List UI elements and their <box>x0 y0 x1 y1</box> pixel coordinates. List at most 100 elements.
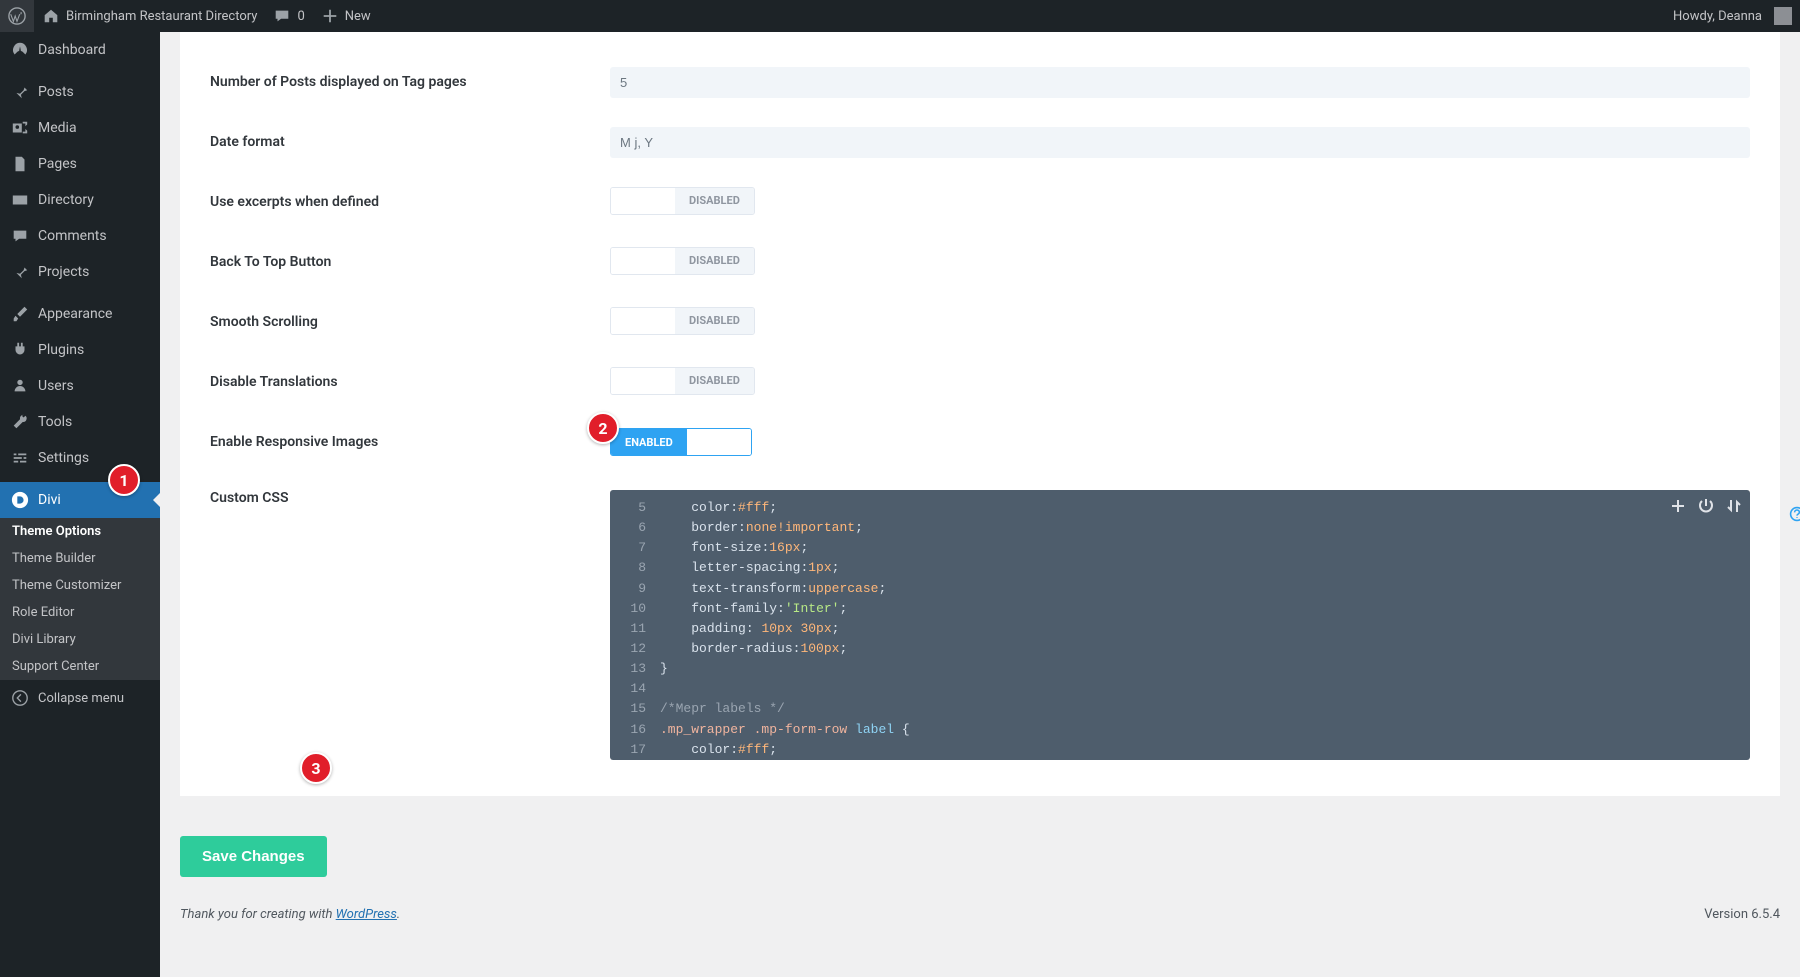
admin-sidebar: Dashboard Posts Media Pages Directory Co… <box>0 32 160 977</box>
sidebar-item-label: Comments <box>38 228 107 244</box>
plus-icon <box>321 7 339 25</box>
callout-1: 1 <box>108 464 140 496</box>
footer-thanks-pre: Thank you for creating with <box>180 907 336 922</box>
admin-bar: Birmingham Restaurant Directory 0 New Ho… <box>0 0 1800 32</box>
date-format-input[interactable] <box>610 127 1750 158</box>
sidebar-item-comments[interactable]: Comments <box>0 218 160 254</box>
wordpress-icon <box>8 7 26 25</box>
site-link[interactable]: Birmingham Restaurant Directory <box>34 0 265 32</box>
footer-thanks-post: . <box>397 907 400 922</box>
back-to-top-toggle[interactable]: DISABLED <box>610 247 755 275</box>
wordpress-link[interactable]: WordPress <box>336 907 397 922</box>
id-icon <box>10 190 30 210</box>
option-label: Date format <box>210 134 610 150</box>
option-tag-posts: Number of Posts displayed on Tag pages <box>210 52 1750 112</box>
option-disable-translations: Disable Translations DISABLED <box>210 352 1750 412</box>
collapse-icon <box>10 688 30 708</box>
option-smooth-scroll: Smooth Scrolling DISABLED <box>210 292 1750 352</box>
toggle-knob <box>611 368 675 394</box>
pin-icon <box>10 82 30 102</box>
home-icon <box>42 7 60 25</box>
sidebar-item-plugins[interactable]: Plugins <box>0 332 160 368</box>
custom-css-editor[interactable]: 5 color:#fff;6 border:none!important;7 f… <box>610 490 1750 760</box>
sidebar-item-label: Media <box>38 120 77 136</box>
sidebar-item-label: Plugins <box>38 342 84 358</box>
comments-link[interactable]: 0 <box>265 0 312 32</box>
comments-count: 0 <box>297 9 304 24</box>
footer: Thank you for creating with WordPress. V… <box>180 907 1780 922</box>
submenu-theme-customizer[interactable]: Theme Customizer <box>0 572 160 599</box>
new-link[interactable]: New <box>313 0 379 32</box>
sidebar-item-directory[interactable]: Directory <box>0 182 160 218</box>
submenu-theme-options[interactable]: Theme Options <box>0 518 160 545</box>
sidebar-item-label: Projects <box>38 264 89 280</box>
new-label: New <box>345 9 371 24</box>
sidebar-item-tools[interactable]: Tools <box>0 404 160 440</box>
option-date-format: Date format <box>210 112 1750 172</box>
responsive-images-toggle[interactable]: ENABLED <box>610 428 752 456</box>
version-text: Version 6.5.4 <box>1704 907 1780 922</box>
pages-icon <box>10 154 30 174</box>
disable-translations-toggle[interactable]: DISABLED <box>610 367 755 395</box>
submenu-support-center[interactable]: Support Center <box>0 653 160 680</box>
dashboard-icon <box>10 40 30 60</box>
help-icon[interactable] <box>1789 506 1800 526</box>
expand-icon[interactable] <box>1670 498 1686 514</box>
sidebar-item-appearance[interactable]: Appearance <box>0 296 160 332</box>
callout-2: 2 <box>587 412 619 444</box>
sidebar-item-label: Posts <box>38 84 74 100</box>
smooth-scroll-toggle[interactable]: DISABLED <box>610 307 755 335</box>
collapse-label: Collapse menu <box>38 691 124 706</box>
sidebar-item-label: Pages <box>38 156 77 172</box>
sort-icon[interactable] <box>1726 498 1742 514</box>
option-label: Number of Posts displayed on Tag pages <box>210 74 610 90</box>
brush-icon <box>10 304 30 324</box>
pin-icon <box>10 262 30 282</box>
option-label: Enable Responsive Images <box>210 434 610 450</box>
sidebar-item-posts[interactable]: Posts <box>0 74 160 110</box>
wp-logo[interactable] <box>0 0 34 32</box>
toggle-state: DISABLED <box>675 308 754 334</box>
code-editor-actions <box>1670 498 1742 514</box>
option-label: Back To Top Button <box>210 254 610 270</box>
toggle-state: DISABLED <box>675 368 754 394</box>
callout-3: 3 <box>300 752 332 784</box>
option-responsive-images: Enable Responsive Images ENABLED <box>210 412 1750 472</box>
sidebar-item-pages[interactable]: Pages <box>0 146 160 182</box>
option-back-to-top: Back To Top Button DISABLED <box>210 232 1750 292</box>
toggle-knob <box>611 188 675 214</box>
sidebar-item-users[interactable]: Users <box>0 368 160 404</box>
account-link[interactable]: Howdy, Deanna <box>1665 0 1800 32</box>
plug-icon <box>10 340 30 360</box>
option-label: Smooth Scrolling <box>210 314 610 330</box>
submenu-divi-library[interactable]: Divi Library <box>0 626 160 653</box>
main-content: Number of Posts displayed on Tag pages D… <box>160 32 1800 922</box>
comment-icon <box>273 7 291 25</box>
save-button[interactable]: Save Changes <box>180 836 327 877</box>
sidebar-item-label: Divi <box>38 492 61 508</box>
sidebar-item-projects[interactable]: Projects <box>0 254 160 290</box>
option-label: Custom CSS <box>210 490 610 506</box>
option-excerpts: Use excerpts when defined DISABLED <box>210 172 1750 232</box>
collapse-menu[interactable]: Collapse menu <box>0 680 160 716</box>
divi-icon <box>10 490 30 510</box>
sidebar-item-dashboard[interactable]: Dashboard <box>0 32 160 68</box>
options-panel: Number of Posts displayed on Tag pages D… <box>180 32 1780 796</box>
excerpts-toggle[interactable]: DISABLED <box>610 187 755 215</box>
tag-posts-input[interactable] <box>610 67 1750 98</box>
submenu-role-editor[interactable]: Role Editor <box>0 599 160 626</box>
toggle-knob <box>611 308 675 334</box>
option-label: Disable Translations <box>210 374 610 390</box>
wrench-icon <box>10 412 30 432</box>
toggle-knob <box>611 248 675 274</box>
divi-submenu: Theme Options Theme Builder Theme Custom… <box>0 518 160 680</box>
avatar <box>1774 7 1792 25</box>
submenu-theme-builder[interactable]: Theme Builder <box>0 545 160 572</box>
user-icon <box>10 376 30 396</box>
power-icon[interactable] <box>1698 498 1714 514</box>
sidebar-item-label: Appearance <box>38 306 112 322</box>
toggle-state: ENABLED <box>611 429 687 455</box>
option-label: Use excerpts when defined <box>210 194 610 210</box>
toggle-knob <box>687 429 751 455</box>
sidebar-item-media[interactable]: Media <box>0 110 160 146</box>
